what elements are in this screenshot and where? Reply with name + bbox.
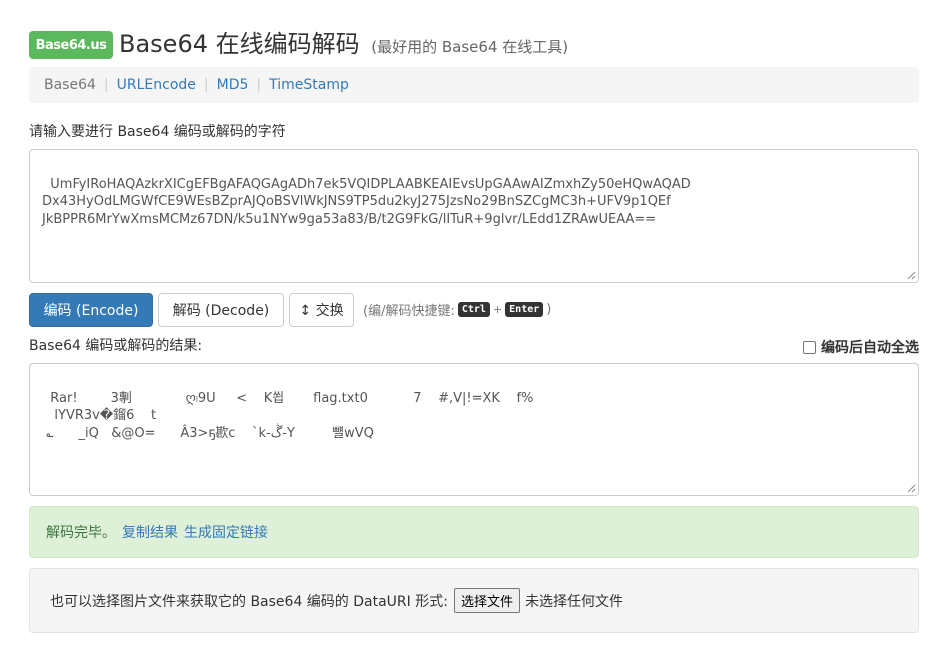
kbd-enter: Enter [505,302,544,317]
file-upload-label: 也可以选择图片文件来获取它的 Base64 编码的 DataURI 形式: [50,593,448,610]
nav-item-md5[interactable]: MD5 [217,77,249,93]
shortcut-hint: (编/解码快捷键: Ctrl + Enter ) [363,300,551,319]
auto-select-label[interactable]: 编码后自动全选 [821,337,919,357]
breadcrumb-nav: Base64 | URLEncode | MD5 | TimeStamp [29,67,919,103]
status-alert: 解码完毕。 复制结果 生成固定链接 [29,506,919,558]
no-file-text: 未选择任何文件 [524,593,623,610]
nav-item-urlencode[interactable]: URLEncode [117,77,196,93]
auto-select-checkbox[interactable] [803,340,816,354]
hint-suffix: ) [546,302,552,317]
kbd-ctrl: Ctrl [457,302,490,317]
swap-button[interactable]: ↕ 交换 [289,293,354,327]
page-subtitle: (最好用的 Base64 在线工具) [371,38,569,56]
copy-result-link[interactable]: 复制结果 [122,522,178,542]
nav-item-base64[interactable]: Base64 [44,77,96,93]
output-text: Rar! 3剸 ღ၊9U < K쐽 flag.txt0 7 #,V|!=XK f… [46,390,534,441]
output-label: Base64 编码或解码的结果: [29,338,203,354]
status-message: 解码完毕。 [46,525,116,541]
page-title: Base64 在线编码解码 (最好用的 Base64 在线工具) [119,28,568,63]
hint-prefix: (编/解码快捷键: [363,304,455,319]
resize-handle-icon[interactable] [907,271,916,280]
nav-item-timestamp[interactable]: TimeStamp [269,77,349,93]
nav-separator: | [103,77,109,93]
site-logo[interactable]: Base64.us [29,31,113,59]
choose-file-button[interactable]: 选择文件 [453,588,520,613]
nav-separator: | [203,77,209,93]
resize-handle-icon[interactable] [907,484,916,493]
input-textarea[interactable]: UmFyIRoHAQAzkrXICgEFBgAFAQGAgADh7ek5VQID… [29,149,919,283]
hint-plus: + [492,303,503,316]
nav-separator: | [256,77,262,93]
decode-button[interactable]: 解码 (Decode) [158,293,284,327]
auto-select-option[interactable]: 编码后自动全选 [803,337,919,357]
page-title-text: Base64 在线编码解码 [119,30,360,58]
file-upload-panel: 也可以选择图片文件来获取它的 Base64 编码的 DataURI 形式: 选择… [29,568,919,633]
input-text: UmFyIRoHAQAzkrXICgEFBgAFAQGAgADh7ek5VQID… [42,176,691,227]
encode-button[interactable]: 编码 (Encode) [29,293,153,327]
output-textarea[interactable]: Rar! 3剸 ღ၊9U < K쐽 flag.txt0 7 #,V|!=XK f… [29,363,919,496]
input-label: 请输入要进行 Base64 编码或解码的字符 [29,124,286,140]
permalink-link[interactable]: 生成固定链接 [184,522,268,542]
